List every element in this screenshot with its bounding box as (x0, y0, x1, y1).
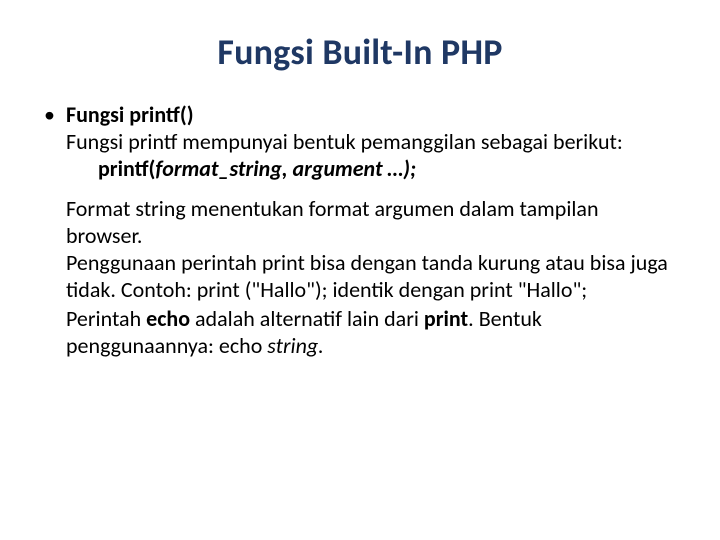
p3-d: print (424, 305, 468, 332)
item-heading: Fungsi printf() (66, 102, 676, 129)
bullet-glyph: • (44, 102, 66, 129)
item-para-2a: Format string menentukan format argumen … (66, 196, 676, 250)
p3-g: . (318, 332, 324, 359)
p3-b: echo (146, 305, 190, 332)
item-signature: printf(format_string, argument …); (66, 156, 676, 183)
slide-title: Fungsi Built-In PHP (44, 30, 676, 74)
spacer (66, 182, 676, 196)
sig-prefix: printf( (98, 155, 155, 182)
slide-body: • Fungsi printf() Fungsi printf mempunya… (44, 102, 676, 359)
bullet-item: • Fungsi printf() Fungsi printf mempunya… (44, 102, 676, 359)
item-line-1: Fungsi printf mempunyai bentuk pemanggil… (66, 129, 676, 156)
bullet-content: Fungsi printf() Fungsi printf mempunyai … (66, 102, 676, 359)
p3-f: string (267, 332, 318, 359)
slide: Fungsi Built-In PHP • Fungsi printf() Fu… (0, 0, 720, 540)
sig-args: format_string, argument …); (155, 155, 416, 182)
p3-a: Perintah (66, 305, 146, 332)
item-para-2b: Penggunaan perintah print bisa dengan ta… (66, 250, 676, 304)
item-para-3: Perintah echo adalah alternatif lain dar… (66, 306, 676, 360)
p3-c: adalah alternatif lain dari (190, 305, 424, 332)
